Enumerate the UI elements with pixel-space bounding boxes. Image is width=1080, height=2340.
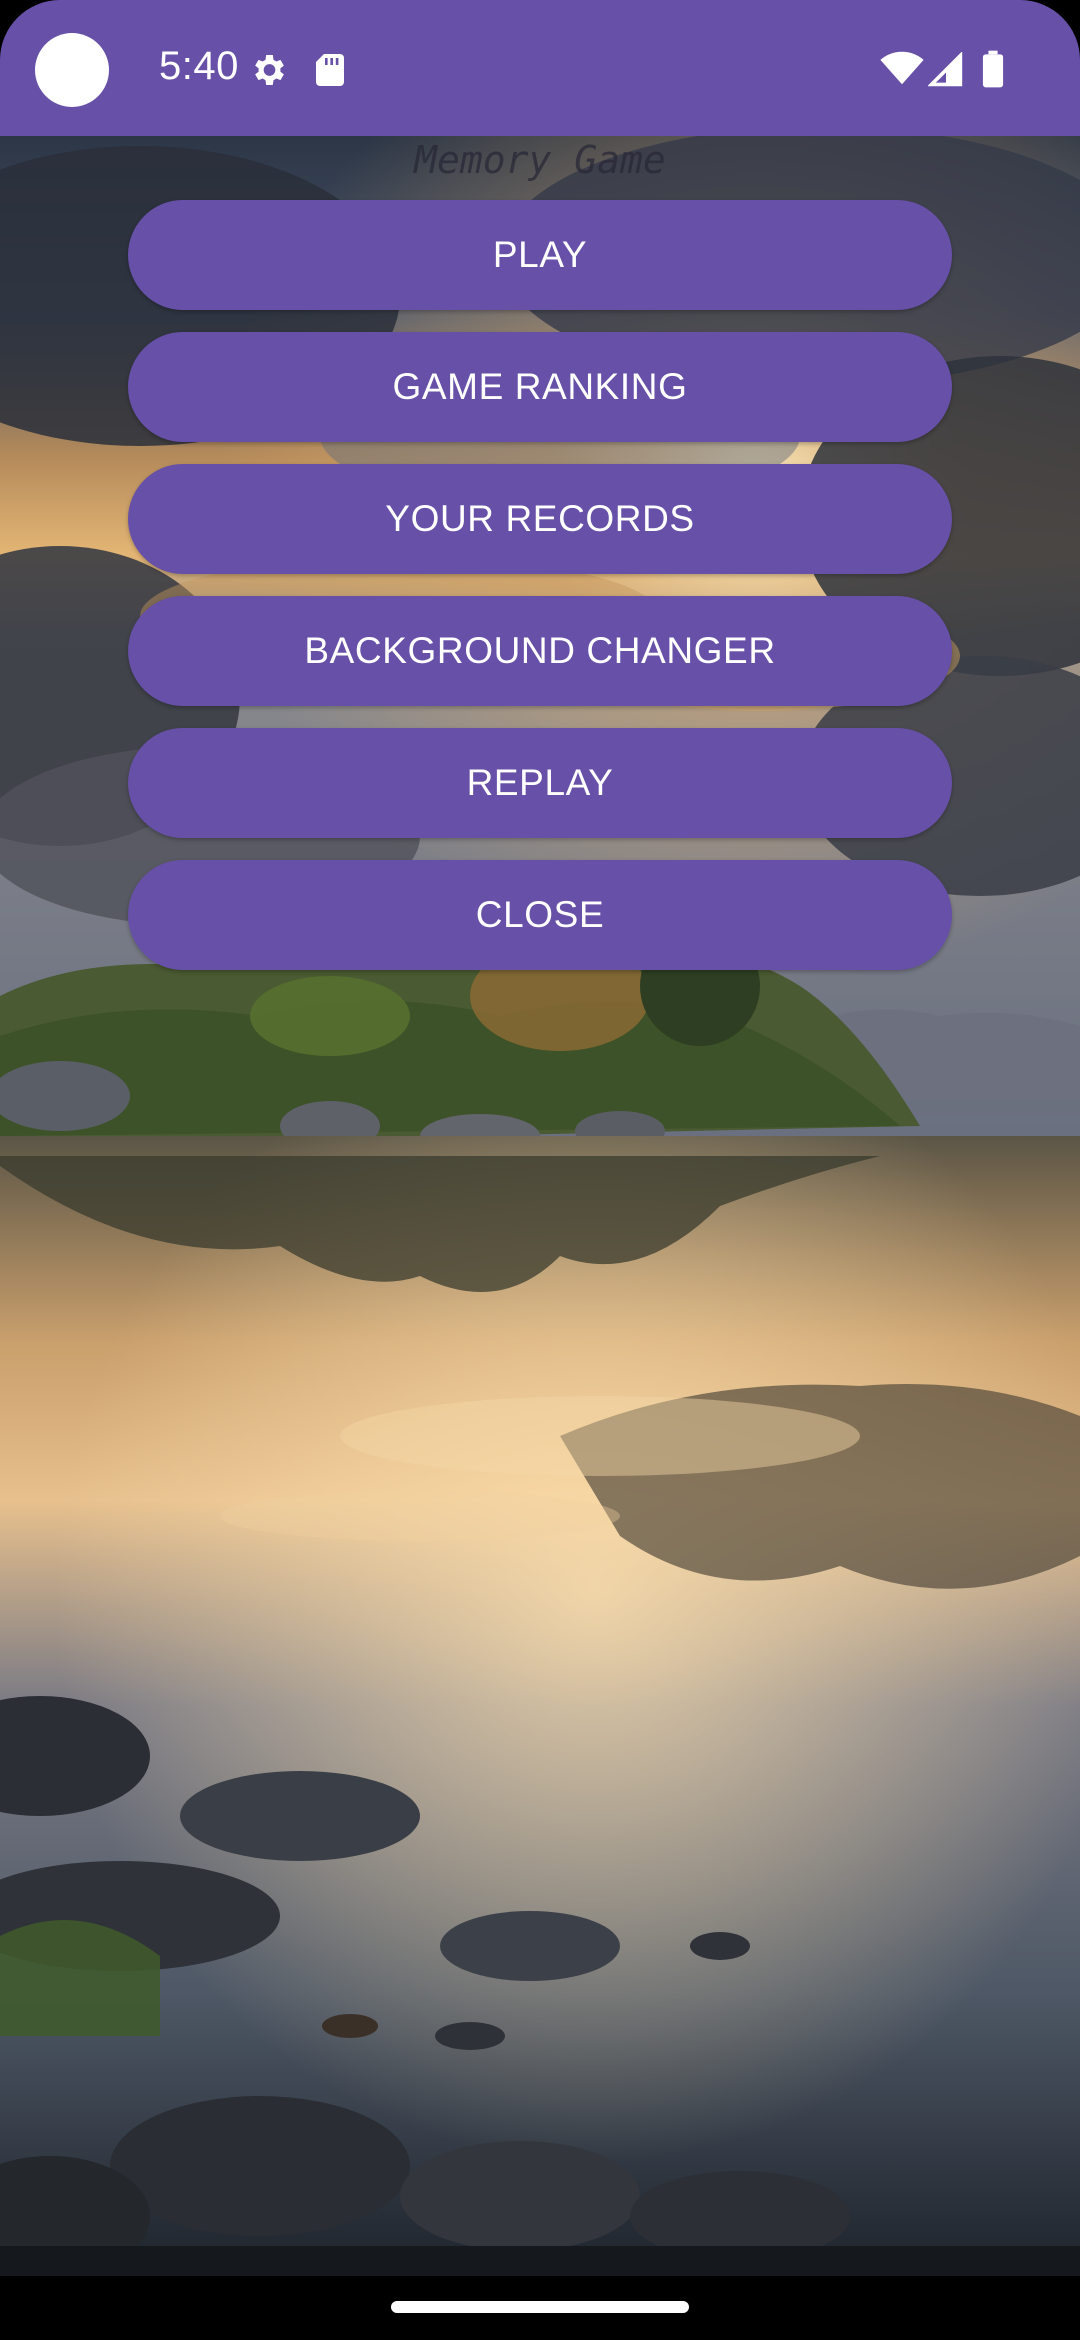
play-button[interactable]: PLAY — [128, 200, 952, 310]
close-button[interactable]: CLOSE — [128, 860, 952, 970]
battery-icon — [982, 50, 1004, 93]
sd-card-icon — [314, 52, 346, 93]
settings-gear-icon — [248, 50, 288, 95]
replay-button[interactable]: REPLAY — [128, 728, 952, 838]
navigation-bar — [0, 2276, 1080, 2340]
status-time: 5:40 — [159, 44, 239, 88]
app-title: Memory Game — [414, 138, 666, 182]
game-ranking-button[interactable]: GAME RANKING — [128, 332, 952, 442]
status-bar: 5:40 — [0, 0, 1080, 136]
main-menu: PLAY GAME RANKING YOUR RECORDS BACKGROUN… — [128, 200, 952, 992]
your-records-button[interactable]: YOUR RECORDS — [128, 464, 952, 574]
home-gesture-handle[interactable] — [391, 2301, 689, 2313]
camera-cutout — [35, 33, 109, 107]
cell-signal-icon — [927, 51, 964, 93]
background-changer-button[interactable]: BACKGROUND CHANGER — [128, 596, 952, 706]
wifi-icon — [880, 50, 924, 91]
app-screen: 5:40 Memory Game PLAY GAME RANKING YOUR … — [0, 0, 1080, 2340]
